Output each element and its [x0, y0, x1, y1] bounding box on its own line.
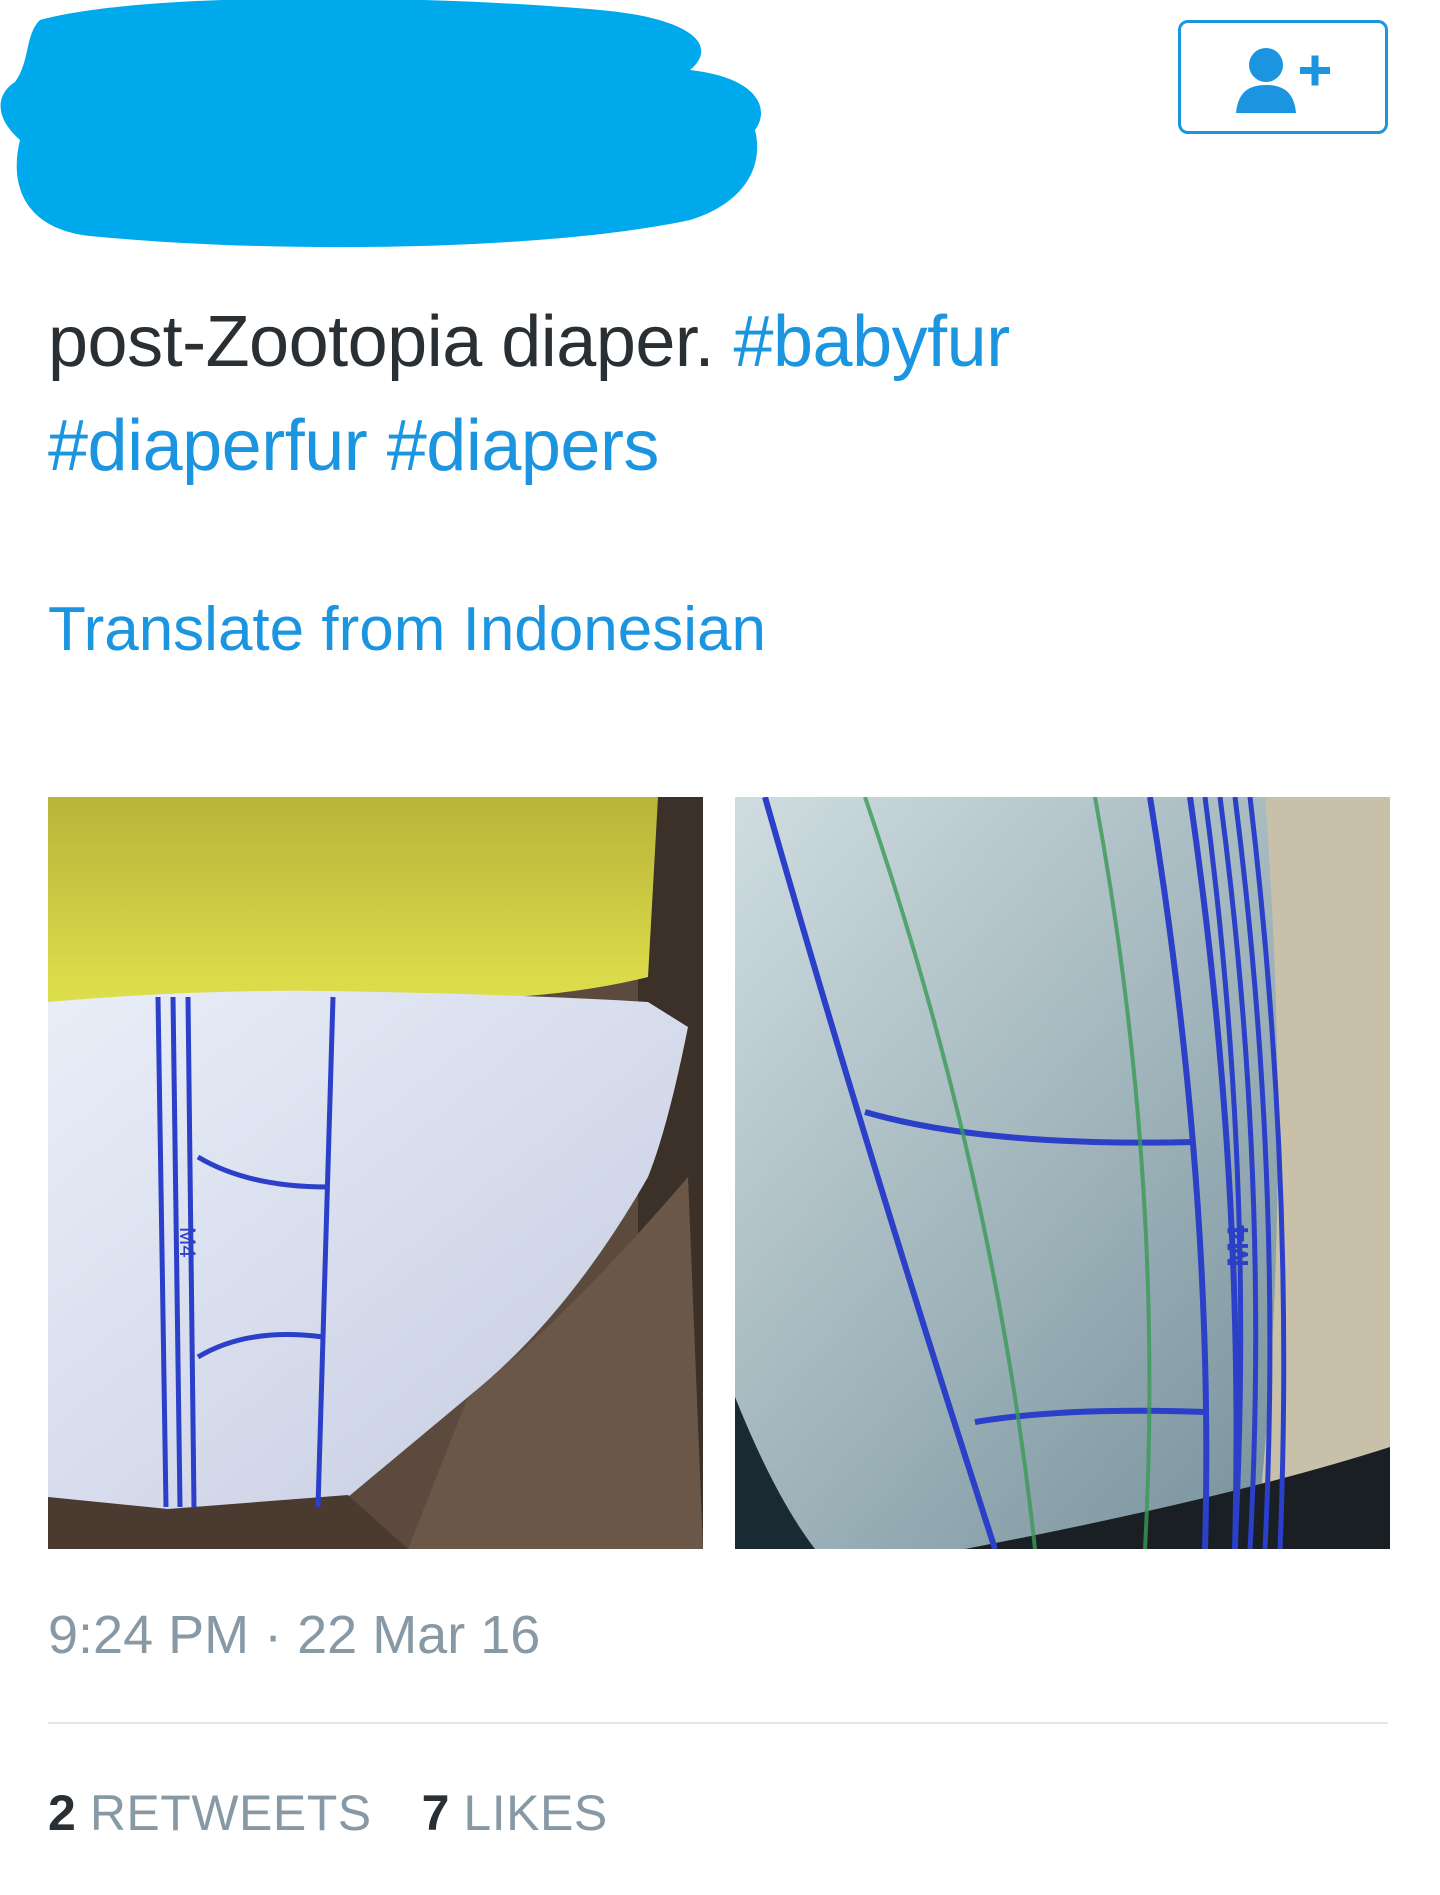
tweet-body: post-Zootopia diaper. [48, 302, 714, 382]
photo-2-marking: M4 [1222, 1225, 1255, 1267]
follow-button[interactable] [1178, 20, 1388, 134]
redacted-profile-area [0, 0, 770, 260]
hashtag-babyfur[interactable]: #babyfur [733, 302, 1010, 382]
likes-count: 7 [421, 1785, 450, 1841]
tweet-time: 9:24 PM [48, 1605, 250, 1665]
translate-link[interactable]: Translate from Indonesian [48, 590, 766, 670]
tweet-photo-1[interactable]: M4 [48, 797, 703, 1549]
retweets-stat[interactable]: 2 RETWEETS [48, 1778, 372, 1848]
tweet-timestamp[interactable]: 9:24 PM · 22 Mar 16 [48, 1600, 540, 1670]
tweet-text: post-Zootopia diaper. #babyfur #diaperfu… [48, 290, 1388, 498]
likes-stat[interactable]: 7 LIKES [422, 1778, 608, 1848]
tweet-date: 22 Mar 16 [297, 1605, 541, 1665]
hashtag-diapers[interactable]: #diapers [387, 406, 660, 486]
hashtag-diaperfur[interactable]: #diaperfur [48, 406, 368, 486]
retweets-label: RETWEETS [89, 1785, 372, 1841]
add-user-icon [1236, 48, 1330, 113]
likes-label: LIKES [463, 1785, 608, 1841]
divider [48, 1722, 1388, 1724]
tweet-photo-2[interactable]: M4 [735, 797, 1390, 1549]
timestamp-separator: · [264, 1605, 283, 1665]
tweet-stats: 2 RETWEETS 7 LIKES [48, 1778, 608, 1848]
photo-1-marking: M4 [175, 1227, 200, 1258]
retweets-count: 2 [48, 1785, 76, 1841]
